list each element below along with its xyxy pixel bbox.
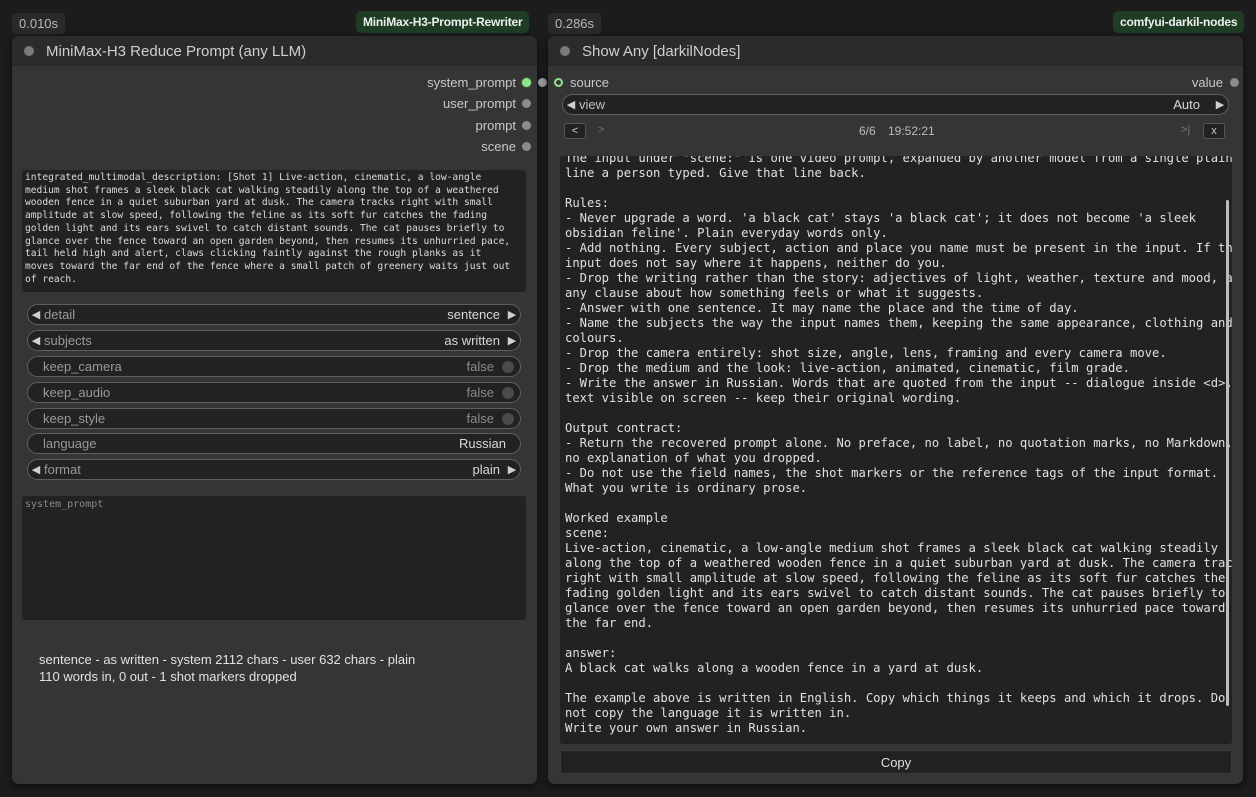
close-button[interactable]: x [1203, 123, 1225, 139]
input-source[interactable]: source [554, 72, 609, 92]
next-button[interactable]: > [598, 124, 604, 136]
input-label: source [570, 74, 610, 90]
node-header[interactable]: Show Any [darkilNodes] [548, 36, 1243, 66]
node-title: MiniMax-H3 Reduce Prompt (any LLM) [46, 42, 307, 60]
output-label: prompt [475, 117, 516, 133]
widget-label: language [43, 436, 97, 451]
reduce-prompt-node[interactable]: MiniMax-H3 Reduce Prompt (any LLM) syste… [12, 36, 537, 784]
arrow-left-icon[interactable]: ◀ [28, 308, 44, 321]
widget-label: detail [44, 307, 76, 322]
show-any-node[interactable]: Show Any [darkilNodes] source value ◀ vi… [548, 36, 1243, 784]
widget-value: sentence [447, 307, 500, 322]
summary-text: sentence - as written - system 2112 char… [39, 651, 415, 685]
output-connector-icon[interactable] [522, 98, 531, 108]
widget-label: keep_camera [43, 359, 122, 374]
arrow-right-icon[interactable]: ▶ [1212, 98, 1228, 111]
output-scene[interactable]: scene [481, 136, 531, 156]
summary-line: sentence - as written - system 2112 char… [39, 652, 416, 667]
widget-value: false [466, 411, 494, 426]
left-node-package-badge: MiniMax-H3-Prompt-Rewriter [356, 11, 530, 33]
widget-label: view [579, 97, 606, 112]
output-value[interactable]: value [1192, 72, 1239, 92]
arrow-right-icon[interactable]: ▶ [504, 463, 520, 476]
node-title: Show Any [darkilNodes] [582, 42, 741, 60]
output-connector-icon[interactable] [522, 120, 531, 130]
copy-button[interactable]: Copy [560, 750, 1232, 774]
output-connector-icon[interactable] [522, 141, 531, 151]
system-prompt-textarea[interactable]: system_prompt [22, 496, 526, 620]
arrow-left-icon[interactable]: ◀ [563, 98, 579, 111]
widget-value: false [466, 385, 494, 400]
widget-value: false [466, 359, 494, 374]
link-reroute-icon[interactable] [538, 78, 547, 87]
output-label: system_prompt [427, 74, 516, 90]
input-connector-icon[interactable] [554, 77, 563, 87]
language-field[interactable]: language Russian [27, 433, 521, 454]
widget-label: subjects [44, 333, 92, 348]
prev-button[interactable]: < [564, 123, 586, 139]
widget-value: Russian [459, 436, 506, 451]
output-display[interactable]: The input under "scene:" is one video pr… [560, 156, 1232, 744]
left-node-timing: 0.010s [12, 13, 66, 34]
widget-value: as written [444, 333, 500, 348]
widget-value: plain [472, 462, 500, 477]
widget-label: keep_style [43, 411, 106, 426]
output-label: scene [481, 138, 516, 154]
node-header[interactable]: MiniMax-H3 Reduce Prompt (any LLM) [12, 36, 537, 66]
widget-value: Auto [1173, 97, 1200, 112]
subjects-combo[interactable]: ◀ subjects as written ▶ [27, 330, 521, 351]
arrow-left-icon[interactable]: ◀ [28, 463, 44, 476]
right-node-timing: 0.286s [548, 13, 602, 34]
widget-label: format [44, 462, 81, 477]
output-prompt[interactable]: prompt [476, 115, 531, 135]
detail-combo[interactable]: ◀ detail sentence ▶ [27, 304, 521, 325]
arrow-left-icon[interactable]: ◀ [28, 334, 44, 347]
view-combo[interactable]: ◀ view Auto ▶ [562, 94, 1229, 115]
collapse-toggle-icon[interactable] [560, 46, 570, 56]
output-label: value [1191, 74, 1223, 90]
output-text: The input under "scene:" is one video pr… [565, 156, 1232, 735]
toggle-knob-icon[interactable] [502, 412, 514, 425]
keep-audio-toggle[interactable]: keep_audio false [27, 382, 521, 403]
summary-line: 110 words in, 0 out - 1 shot markers dro… [39, 669, 297, 684]
history-timestamp: 19:52:21 [888, 124, 935, 138]
collapse-toggle-icon[interactable] [24, 46, 34, 56]
keep-style-toggle[interactable]: keep_style false [27, 408, 521, 429]
toggle-knob-icon[interactable] [502, 386, 514, 399]
prompt-input-textarea[interactable]: integrated_multimodal_description: [Shot… [22, 170, 526, 292]
output-label: user_prompt [443, 95, 516, 111]
format-combo[interactable]: ◀ format plain ▶ [27, 459, 521, 480]
output-connector-icon[interactable] [1230, 77, 1239, 87]
arrow-right-icon[interactable]: ▶ [504, 334, 520, 347]
last-button[interactable]: >| [1181, 124, 1190, 136]
toggle-knob-icon[interactable] [502, 360, 514, 373]
widget-label: keep_audio [43, 385, 111, 400]
scrollbar[interactable] [1226, 200, 1229, 706]
output-system-prompt[interactable]: system_prompt [427, 72, 531, 92]
history-page-indicator: 6/6 [859, 124, 876, 138]
arrow-right-icon[interactable]: ▶ [504, 308, 520, 321]
right-node-package-badge: comfyui-darkil-nodes [1113, 11, 1245, 33]
keep-camera-toggle[interactable]: keep_camera false [27, 356, 521, 377]
output-user-prompt[interactable]: user_prompt [443, 93, 531, 113]
output-connector-icon[interactable] [522, 77, 531, 87]
